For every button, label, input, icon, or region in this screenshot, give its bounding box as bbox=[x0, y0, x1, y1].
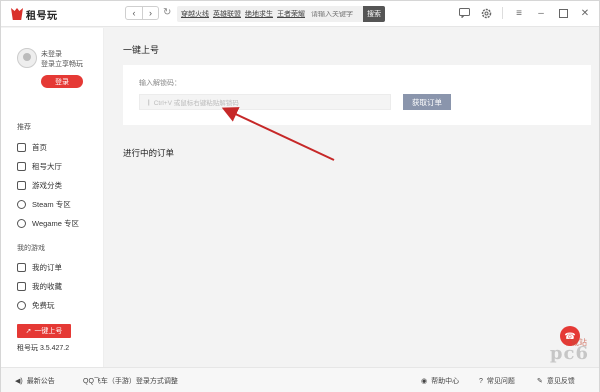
watermark: pc6 bbox=[549, 343, 589, 364]
grid-icon bbox=[17, 181, 26, 190]
login-button[interactable]: 登录 bbox=[41, 75, 83, 88]
minimize-icon[interactable]: – bbox=[535, 7, 547, 19]
question-icon: ? bbox=[479, 377, 483, 385]
sidebar-item-steam[interactable]: Steam 专区 bbox=[17, 199, 71, 210]
free-icon bbox=[17, 301, 26, 310]
search-tag-lol[interactable]: 英雄联盟 bbox=[213, 9, 241, 19]
onekey-login-button[interactable]: ➚ 一键上号 bbox=[17, 324, 71, 338]
sidebar-item-hall[interactable]: 租号大厅 bbox=[17, 161, 62, 172]
history-nav: ‹ › bbox=[125, 6, 159, 20]
sidebar-item-label: 游戏分类 bbox=[32, 181, 62, 190]
window-controls: ≡ – ✕ bbox=[458, 7, 591, 19]
main-content: 一键上号 输入解锁码： Ctrl+V 或鼠标右键粘贴解锁码 获取订单 进行中的订… bbox=[105, 28, 599, 367]
sidebar-item-orders[interactable]: 我的订单 bbox=[17, 262, 62, 273]
user-hint: 登录立享畅玩 bbox=[41, 61, 83, 68]
news-link[interactable]: ◀) 最新公告 bbox=[15, 376, 55, 386]
sidebar-item-label: 免费玩 bbox=[32, 301, 55, 310]
feedback-link[interactable]: ✎ 意见反馈 bbox=[537, 376, 575, 386]
search-tag-pubg[interactable]: 绝地求生 bbox=[245, 9, 273, 19]
close-icon[interactable]: ✕ bbox=[579, 7, 591, 19]
menu-icon[interactable]: ≡ bbox=[513, 7, 525, 19]
back-button[interactable]: ‹ bbox=[126, 7, 142, 19]
onekey-label: 一键上号 bbox=[34, 328, 63, 335]
sidebar-item-label: Steam 专区 bbox=[32, 200, 71, 209]
section-my-games: 我的游戏 bbox=[17, 245, 45, 252]
sidebar-item-wegame[interactable]: Wegame 专区 bbox=[17, 218, 79, 229]
message-icon[interactable] bbox=[458, 7, 470, 19]
feedback-label: 意见反馈 bbox=[546, 378, 575, 385]
help-center-label: 帮助中心 bbox=[431, 378, 460, 385]
sidebar-item-favorites[interactable]: 我的收藏 bbox=[17, 281, 62, 292]
sidebar-item-label: Wegame 专区 bbox=[32, 219, 79, 228]
sidebar-item-label: 我的订单 bbox=[32, 263, 62, 272]
avatar[interactable] bbox=[17, 48, 37, 68]
search-tag-wzry[interactable]: 王者荣耀 bbox=[277, 9, 305, 19]
search-bar: 穿越火线 英雄联盟 绝地求生 王者荣耀 搜索 bbox=[177, 6, 391, 22]
speaker-icon: ◀) bbox=[15, 378, 23, 385]
app-logo: 租号玩 bbox=[11, 7, 58, 22]
location-icon: ◉ bbox=[421, 378, 428, 385]
hall-icon bbox=[17, 162, 26, 171]
news-label: 最新公告 bbox=[26, 378, 55, 385]
search-button[interactable]: 搜索 bbox=[363, 6, 385, 22]
forward-button[interactable]: › bbox=[142, 7, 158, 19]
faq-link[interactable]: ? 常见问题 bbox=[479, 376, 515, 386]
faq-label: 常见问题 bbox=[486, 378, 515, 385]
logo-icon bbox=[11, 8, 23, 20]
settings-icon[interactable] bbox=[480, 7, 492, 19]
refresh-icon[interactable]: ↻ bbox=[163, 7, 171, 18]
wegame-icon bbox=[17, 219, 26, 228]
user-name: 未登录 bbox=[41, 51, 62, 58]
sidebar: 未登录 登录立享畅玩 登录 推荐 首页 租号大厅 游戏分类 Steam 专区 W… bbox=[1, 28, 104, 367]
sidebar-item-label: 我的收藏 bbox=[32, 282, 62, 291]
logo-text: 租号玩 bbox=[26, 10, 58, 22]
bottom-bar: ◀) 最新公告 QQ飞车（手游）登录方式调整 ◉ 帮助中心 ? 常见问题 ✎ 意… bbox=[1, 367, 599, 392]
sidebar-item-home[interactable]: 首页 bbox=[17, 142, 47, 153]
separator bbox=[502, 7, 503, 19]
sidebar-item-label: 租号大厅 bbox=[32, 162, 62, 171]
feedback-icon: ✎ bbox=[537, 378, 543, 385]
app-window: 租号玩 ‹ › ↻ 穿越火线 英雄联盟 绝地求生 王者荣耀 搜索 ≡ – bbox=[0, 0, 600, 392]
search-tag-cf[interactable]: 穿越火线 bbox=[181, 9, 209, 19]
steam-icon bbox=[17, 200, 26, 209]
sidebar-item-label: 首页 bbox=[32, 143, 47, 152]
maximize-icon[interactable] bbox=[557, 7, 569, 19]
order-icon bbox=[17, 263, 26, 272]
notice-link[interactable]: QQ飞车（手游）登录方式调整 bbox=[83, 376, 178, 386]
annotation-arrow bbox=[221, 107, 335, 161]
top-bar: 租号玩 ‹ › ↻ 穿越火线 英雄联盟 绝地求生 王者荣耀 搜索 ≡ – bbox=[1, 1, 599, 27]
rocket-icon: ➚ bbox=[25, 328, 32, 335]
version-label: 租号玩 3.5.427.2 bbox=[17, 345, 70, 352]
help-center-link[interactable]: ◉ 帮助中心 bbox=[421, 376, 459, 386]
section-recommend: 推荐 bbox=[17, 124, 31, 131]
sidebar-item-free[interactable]: 免费玩 bbox=[17, 300, 55, 311]
home-icon bbox=[17, 143, 26, 152]
favorite-icon bbox=[17, 282, 26, 291]
sidebar-item-categories[interactable]: 游戏分类 bbox=[17, 180, 62, 191]
